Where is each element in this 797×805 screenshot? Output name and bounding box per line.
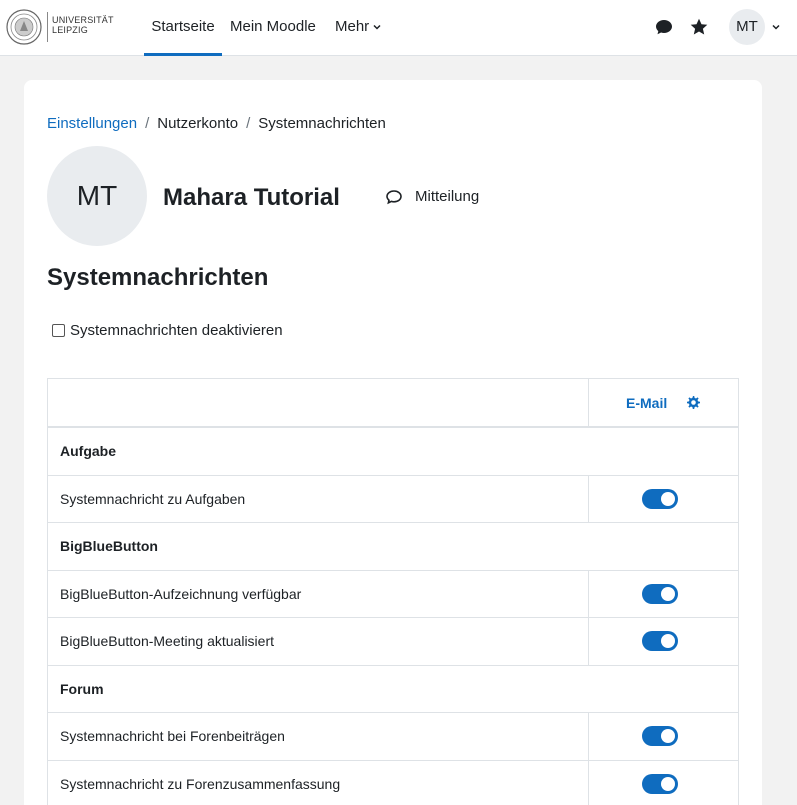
breadcrumb-einstellungen-link[interactable]: Einstellungen [47, 115, 137, 132]
email-header-label: E-Mail [626, 395, 668, 411]
group-label: Forum [60, 680, 104, 697]
row-label: Systemnachricht zu Aufgaben [60, 490, 246, 507]
toggle-knob [661, 491, 675, 506]
gear-icon[interactable] [685, 395, 701, 411]
group-row-aufgabe: Aufgabe [48, 428, 738, 476]
group-label: Aufgabe [60, 443, 116, 459]
page-title: Systemnachrichten [47, 264, 269, 291]
nav-more-menu[interactable]: Mehr [335, 0, 382, 56]
breadcrumb-separator: / [246, 115, 251, 132]
email-toggle[interactable] [642, 726, 678, 746]
column-divider [588, 570, 589, 617]
message-label: Mitteilung [415, 188, 480, 205]
user-avatar[interactable]: MT [729, 9, 765, 45]
column-divider [588, 618, 589, 665]
nav-home-link[interactable]: Startseite [144, 0, 222, 56]
table-row: BigBlueButton-Meeting aktualisiert [48, 618, 738, 666]
breadcrumb-nutzerkonto[interactable]: Nutzerkonto [157, 115, 238, 132]
breadcrumb: Einstellungen / Nutzerkonto / Systemnachrich… [47, 115, 386, 133]
row-label: BigBlueButton-Meeting aktualisiert [60, 633, 275, 649]
email-toggle[interactable] [642, 583, 678, 604]
breadcrumb-separator: / [145, 115, 150, 132]
table-header: E-Mail [48, 379, 738, 428]
logo-line-1: UNIVERSITÄT [52, 15, 114, 25]
chat-icon[interactable] [654, 17, 674, 37]
university-seal-icon [6, 9, 42, 45]
email-column-header: E-Mail [626, 394, 700, 412]
logo-line-2: LEIPZIG [52, 25, 88, 35]
profile-avatar: MT [47, 146, 147, 246]
email-toggle[interactable] [642, 488, 678, 509]
disable-notifications-label[interactable]: Systemnachrichten deaktivieren [70, 321, 283, 341]
breadcrumb-current: Systemnachrichten [258, 115, 386, 132]
toggle-knob [661, 586, 675, 601]
row-label: Systemnachricht zu Forenzusammenfassung [60, 775, 341, 792]
column-divider [588, 475, 589, 522]
chevron-down-icon [373, 25, 381, 30]
profile-name: Mahara Tutorial [163, 184, 340, 211]
chevron-down-icon[interactable] [771, 22, 781, 32]
column-divider [588, 379, 589, 426]
logo-text: UNIVERSITÄT LEIPZIG [52, 15, 114, 35]
row-label: BigBlueButton-Aufzeichnung verfügbar [60, 585, 302, 602]
email-toggle[interactable] [642, 773, 678, 794]
university-logo[interactable]: UNIVERSITÄT LEIPZIG [6, 9, 114, 45]
star-icon[interactable] [689, 17, 709, 37]
toggle-knob [661, 776, 675, 791]
row-label: Systemnachricht bei Forenbeiträgen [60, 728, 285, 744]
message-icon [386, 190, 402, 205]
table-row: Systemnachricht zu Forenzusammenfassung [48, 760, 738, 805]
column-divider [588, 713, 589, 760]
main-card: Einstellungen / Nutzerkonto / Systemnachrich… [24, 80, 762, 805]
top-navbar: UNIVERSITÄT LEIPZIG Startseite Mein Mood… [0, 0, 797, 56]
preferences-table: E-Mail Aufgabe Systemnachricht zu Aufgab… [47, 378, 739, 805]
logo-divider [47, 12, 48, 42]
group-row-bigbluebutton: BigBlueButton [48, 523, 738, 571]
nav-mymoodle-link[interactable]: Mein Moodle [230, 0, 316, 56]
column-divider [588, 760, 589, 805]
nav-more-label: Mehr [335, 18, 370, 35]
email-toggle[interactable] [642, 631, 678, 651]
group-label: BigBlueButton [60, 538, 158, 554]
table-row: BigBlueButton-Aufzeichnung verfügbar [48, 570, 738, 618]
group-row-forum: Forum [48, 666, 738, 713]
table-row: Systemnachricht bei Forenbeiträgen [48, 713, 738, 761]
table-row: Systemnachricht zu Aufgaben [48, 475, 738, 523]
toggle-knob [661, 634, 675, 648]
disable-notifications-checkbox[interactable] [52, 324, 65, 337]
toggle-knob [661, 729, 675, 743]
